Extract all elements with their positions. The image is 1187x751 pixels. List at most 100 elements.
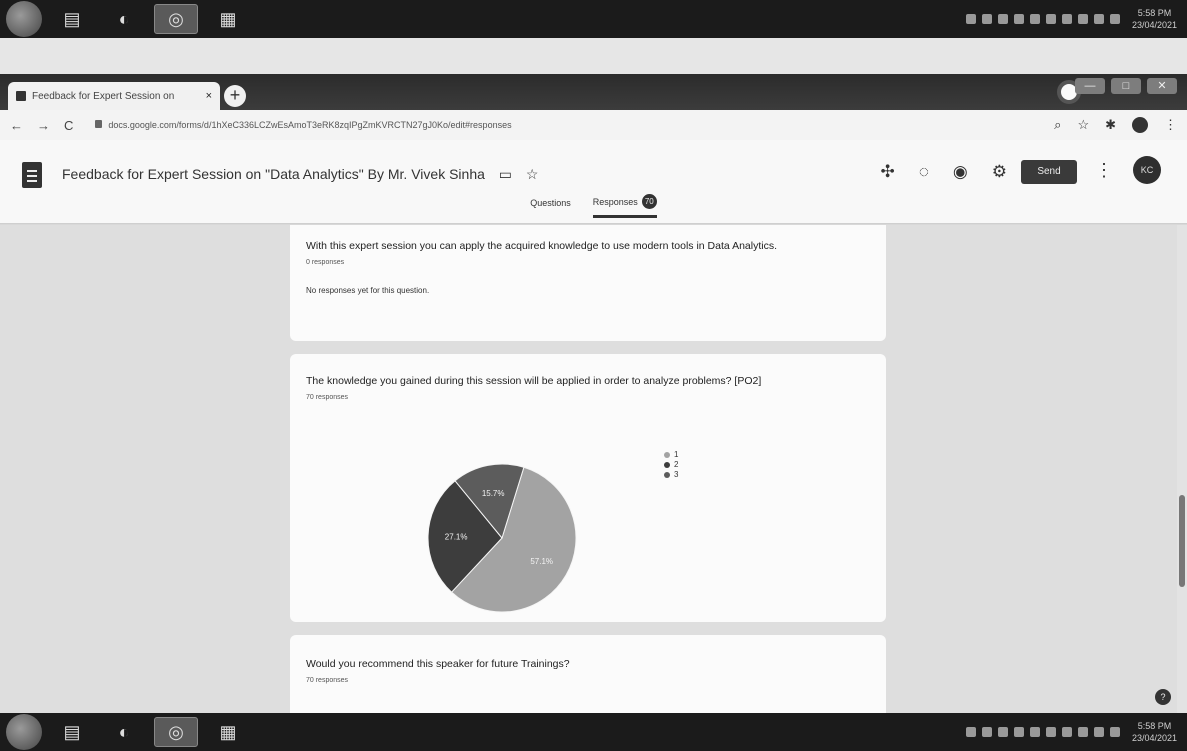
legend-label: 3 <box>674 470 679 479</box>
question-text: With this expert session you can apply t… <box>306 240 778 252</box>
chrome-icon[interactable]: ◎ <box>154 4 198 34</box>
clock-date: 23/04/2021 <box>1131 20 1177 30</box>
legend-label: 1 <box>674 450 679 459</box>
google-forms-icon[interactable] <box>22 162 42 188</box>
tray-icon[interactable] <box>1013 727 1024 737</box>
response-count: 0 responses <box>306 259 345 266</box>
question-card: Would you recommend this speaker for fut… <box>290 635 886 713</box>
system-tray: 5:58 PM 23/04/2021 <box>965 7 1187 31</box>
calendar-app-icon[interactable]: ▦ <box>206 717 250 747</box>
tray-icon[interactable] <box>981 14 992 24</box>
tab-questions[interactable]: Questions <box>530 194 571 218</box>
tray-icon[interactable] <box>997 14 1008 24</box>
tray-icon[interactable] <box>1029 727 1040 737</box>
clock-time: 5:58 PM <box>1137 8 1172 18</box>
tray-icon[interactable] <box>1109 14 1120 24</box>
minimize-button[interactable]: — <box>1075 78 1105 94</box>
empty-responses-message: No responses yet for this question. <box>306 286 430 295</box>
tray-icon[interactable] <box>1093 727 1104 737</box>
address-bar: ← → C docs.google.com/forms/d/1hXeC336LC… <box>0 110 1187 140</box>
tray-icon[interactable] <box>1045 14 1056 24</box>
browser-menu-icon[interactable]: ⋮ <box>1164 117 1177 133</box>
lock-icon <box>95 120 103 128</box>
desktop-background <box>0 38 1187 74</box>
pie-chart-svg: 57.1% 27.1% 15.7% <box>427 463 577 613</box>
tray-clock[interactable]: 5:58 PM 23/04/2021 <box>1132 720 1177 744</box>
legend-label: 2 <box>674 460 679 469</box>
tab-close-icon[interactable]: × <box>206 90 212 102</box>
page-scrollbar[interactable] <box>1177 225 1187 713</box>
response-count: 70 responses <box>306 394 349 401</box>
form-header-actions: ✣ ◌ ◉ ⚙ <box>881 162 1007 182</box>
chart-legend: 123 <box>664 450 678 480</box>
folder-icon[interactable]: ▭ <box>499 166 512 182</box>
scrollbar-thumb[interactable] <box>1179 495 1185 587</box>
avatar[interactable]: KC <box>1133 156 1161 184</box>
search-icon[interactable]: ⌕ <box>1054 117 1061 133</box>
bookmark-star-icon[interactable]: ☆ <box>1077 117 1089 133</box>
taskbar-bottom: ▤ ◐ ◎ ▦ 5:58 PM 23/04/2021 <box>0 713 1187 751</box>
tray-icon[interactable] <box>1013 14 1024 24</box>
palette-icon[interactable]: ◌ <box>919 162 929 182</box>
browser-tab[interactable]: Feedback for Expert Session on × <box>8 82 220 110</box>
tray-icon[interactable] <box>997 727 1008 737</box>
legend-item: 1 <box>664 450 678 460</box>
media-player-icon[interactable]: ◐ <box>102 717 146 747</box>
form-tabs: Questions Responses 70 <box>0 194 1187 218</box>
url-field[interactable]: docs.google.com/forms/d/1hXeC336LCZwEsAm… <box>95 120 1054 130</box>
tray-icon[interactable] <box>965 14 976 24</box>
tray-icon[interactable] <box>1061 14 1072 24</box>
addon-icon[interactable]: ✣ <box>881 162 895 182</box>
calendar-app-icon[interactable]: ▦ <box>206 4 250 34</box>
file-explorer-icon[interactable]: ▤ <box>50 717 94 747</box>
forms-header: Feedback for Expert Session on "Data Ana… <box>0 140 1187 224</box>
address-bar-actions: ⌕ ☆ ✱ ⋮ <box>1054 117 1177 133</box>
response-count: 70 responses <box>306 677 349 684</box>
taskbar-top: ▤ ◐ ◎ ▦ 5:58 PM 23/04/2021 <box>0 0 1187 38</box>
chrome-icon[interactable]: ◎ <box>154 717 198 747</box>
reload-button[interactable]: C <box>64 118 73 133</box>
start-orb-icon[interactable] <box>6 1 42 37</box>
media-player-icon[interactable]: ◐ <box>102 4 146 34</box>
tray-clock[interactable]: 5:58 PM 23/04/2021 <box>1132 7 1177 31</box>
file-explorer-icon[interactable]: ▤ <box>50 4 94 34</box>
question-text: The knowledge you gained during this ses… <box>306 375 762 387</box>
legend-item: 3 <box>664 470 678 480</box>
tray-icon[interactable] <box>1061 727 1072 737</box>
tray-icon[interactable] <box>1077 14 1088 24</box>
help-icon[interactable]: ? <box>1155 689 1171 705</box>
extensions-icon[interactable]: ✱ <box>1105 117 1116 133</box>
forward-button[interactable]: → <box>37 118 50 133</box>
tray-icon[interactable] <box>1045 727 1056 737</box>
forms-favicon-icon <box>16 91 26 101</box>
back-button[interactable]: ← <box>10 118 23 133</box>
browser-tabstrip: Feedback for Expert Session on × + — □ ✕ <box>0 74 1187 110</box>
question-card: The knowledge you gained during this ses… <box>290 354 886 622</box>
tray-icon[interactable] <box>1093 14 1104 24</box>
close-button[interactable]: ✕ <box>1147 78 1177 94</box>
tab-responses[interactable]: Responses 70 <box>592 194 657 218</box>
pie-chart: 57.1% 27.1% 15.7% <box>424 460 580 616</box>
start-orb-icon[interactable] <box>6 714 42 750</box>
star-icon[interactable]: ☆ <box>526 166 539 182</box>
tray-icon[interactable] <box>965 727 976 737</box>
legend-dot <box>664 452 670 458</box>
pie-slice-label: 15.7% <box>482 489 505 498</box>
tray-icon[interactable] <box>981 727 992 737</box>
form-title[interactable]: Feedback for Expert Session on "Data Ana… <box>62 166 485 182</box>
tab-title: Feedback for Expert Session on <box>32 90 175 102</box>
tab-questions-label: Questions <box>530 198 571 208</box>
maximize-button[interactable]: □ <box>1111 78 1141 94</box>
tray-icon[interactable] <box>1077 727 1088 737</box>
more-options-icon[interactable]: ⋮ <box>1095 160 1113 181</box>
account-icon[interactable] <box>1132 117 1148 133</box>
tray-icon[interactable] <box>1109 727 1120 737</box>
new-tab-button[interactable]: + <box>224 85 246 107</box>
preview-eye-icon[interactable]: ◉ <box>953 162 968 182</box>
tray-icon[interactable] <box>1029 14 1040 24</box>
settings-gear-icon[interactable]: ⚙ <box>992 162 1007 182</box>
question-card: With this expert session you can apply t… <box>290 225 886 341</box>
legend-dot <box>664 462 670 468</box>
send-button[interactable]: Send <box>1021 160 1077 184</box>
pie-slice-label: 57.1% <box>530 557 553 566</box>
